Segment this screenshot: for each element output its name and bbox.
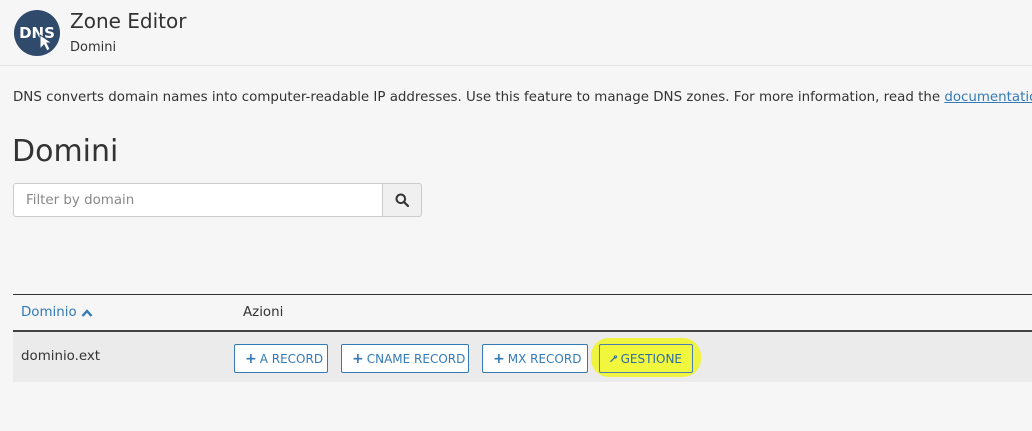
search-button[interactable] <box>382 183 422 217</box>
plus-icon: + <box>245 350 257 367</box>
column-header-domain-label: Dominio <box>21 305 77 320</box>
add-a-record-label: A RECORD <box>259 351 324 366</box>
column-header-actions: Azioni <box>243 305 284 320</box>
page-subtitle: Domini <box>70 40 117 55</box>
add-a-record-button[interactable]: + A RECORD <box>234 344 328 373</box>
add-mx-record-label: MX RECORD <box>507 351 582 366</box>
plus-icon: + <box>352 350 364 367</box>
add-cname-record-label: CNAME RECORD <box>366 351 466 366</box>
search-icon <box>395 193 409 207</box>
table-header: Dominio Azioni <box>13 295 1032 332</box>
app-header: DNS Zone Editor Domini <box>0 0 1032 66</box>
add-mx-record-button[interactable]: + MX RECORD <box>482 344 588 373</box>
domain-cell: dominio.ext <box>21 349 101 364</box>
add-cname-record-button[interactable]: + CNAME RECORD <box>341 344 469 373</box>
page-description: DNS converts domain names into computer-… <box>13 89 1032 106</box>
svg-text:DNS: DNS <box>19 24 55 42</box>
manage-label: GESTIONE <box>620 351 682 366</box>
column-header-domain[interactable]: Dominio <box>21 305 93 320</box>
domains-table: Dominio Azioni dominio.ext + A RECORD + … <box>13 294 1032 382</box>
table-row: dominio.ext + A RECORD + CNAME RECORD + … <box>13 332 1032 382</box>
wrench-icon <box>610 355 618 362</box>
section-title: Domini <box>12 134 119 169</box>
manage-button[interactable]: GESTIONE <box>599 344 693 373</box>
dns-icon: DNS <box>14 10 60 56</box>
description-text: DNS converts domain names into computer-… <box>13 90 945 105</box>
sort-ascending-icon <box>81 308 93 317</box>
domain-filter-input[interactable] <box>13 183 383 217</box>
documentation-link[interactable]: documentation <box>944 90 1032 105</box>
plus-icon: + <box>493 350 505 367</box>
page-title: Zone Editor <box>70 9 187 33</box>
